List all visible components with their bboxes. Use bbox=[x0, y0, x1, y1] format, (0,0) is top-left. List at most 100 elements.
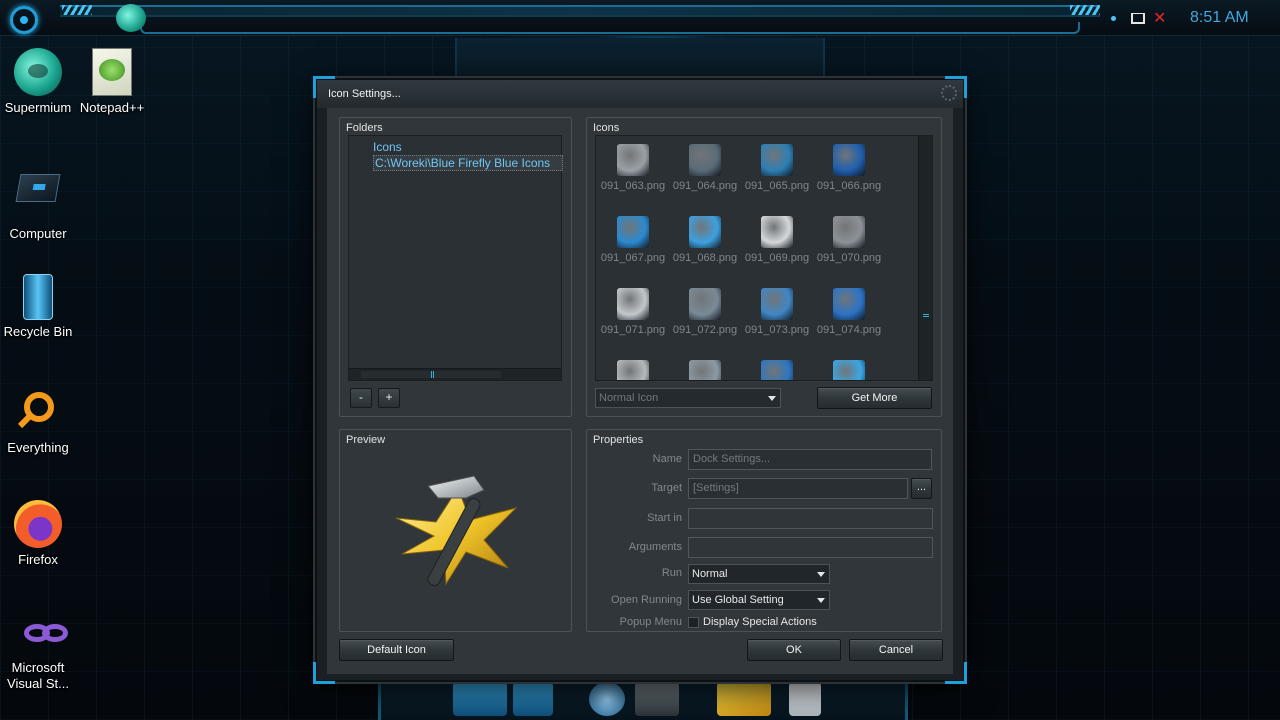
icon-thumbnail bbox=[689, 144, 721, 176]
icon-thumbnail bbox=[761, 360, 793, 380]
chevron-down-icon bbox=[768, 396, 776, 401]
dock bbox=[378, 676, 908, 720]
icon-grid-item[interactable]: 091_064.png bbox=[670, 136, 740, 202]
start-in-field[interactable] bbox=[688, 508, 933, 529]
everything-search-icon bbox=[14, 388, 62, 436]
icon-filename: 091_065.png bbox=[744, 180, 810, 192]
properties-group-label: Properties bbox=[593, 434, 644, 446]
default-icon-button[interactable]: Default Icon bbox=[339, 639, 454, 661]
folders-tree[interactable]: Icons C:\Woreki\Blue Firefly Blue Icons bbox=[348, 135, 563, 381]
taskbar-stripes-left bbox=[62, 5, 92, 15]
icon-grid-item[interactable]: 091_070.png bbox=[814, 208, 884, 274]
dock-settings-tool-icon[interactable] bbox=[717, 682, 771, 716]
visual-studio-icon bbox=[14, 614, 68, 656]
icons-group-label: Icons bbox=[593, 122, 620, 134]
open-running-label: Open Running bbox=[611, 594, 682, 606]
icons-grid[interactable]: 091_074.png 091_073.png 091_072.png 091_071… bbox=[595, 135, 933, 381]
dock-laptop-icon[interactable] bbox=[513, 682, 553, 716]
run-label: Run bbox=[661, 567, 682, 579]
folders-horizontal-scrollbar[interactable] bbox=[349, 368, 561, 380]
icons-vertical-scrollbar[interactable] bbox=[918, 136, 932, 380]
desktop-icon-label: Supermium bbox=[4, 100, 72, 115]
desktop-icon-supermium[interactable]: Supermium bbox=[0, 48, 76, 116]
dock-monitor-icon[interactable] bbox=[453, 682, 507, 716]
chevron-down-icon bbox=[817, 598, 825, 603]
arguments-label: Arguments bbox=[628, 541, 682, 553]
desktop-icon-firefox[interactable]: Firefox bbox=[0, 500, 76, 568]
icon-grid-item[interactable]: 091_073.png bbox=[742, 280, 812, 346]
dock-gamepad-icon[interactable] bbox=[635, 682, 679, 716]
display-special-actions-checkbox[interactable] bbox=[688, 617, 699, 628]
display-special-actions-label[interactable]: Display Special Actions bbox=[703, 616, 817, 628]
get-more-button[interactable]: Get More bbox=[817, 387, 932, 409]
run-value: Normal bbox=[692, 568, 728, 580]
icon-thumbnail bbox=[617, 288, 649, 320]
arguments-field[interactable] bbox=[688, 537, 933, 558]
target-field[interactable]: [Settings] bbox=[688, 478, 908, 499]
icon-grid-item[interactable]: 091_069.png bbox=[742, 208, 812, 274]
icon-thumbnail bbox=[833, 288, 865, 320]
desktop-icon-notepad-plus-plus[interactable]: Notepad++ bbox=[74, 48, 150, 116]
network-icon[interactable] bbox=[1131, 13, 1145, 24]
icon-filename: 091_067.png bbox=[600, 252, 666, 264]
icon-grid-item[interactable] bbox=[598, 352, 668, 380]
icons-group: Icons 091_074.png 091_073.png 091_072.png 0… bbox=[586, 117, 942, 417]
icon-grid-item[interactable]: 091_072.png bbox=[670, 280, 740, 346]
dialog-titlebar[interactable]: Icon Settings... bbox=[317, 80, 963, 108]
preview-group: Preview bbox=[339, 429, 572, 632]
dock-recycle-bin-icon[interactable] bbox=[789, 682, 821, 716]
desktop-icon-computer[interactable]: Computer bbox=[0, 160, 76, 242]
remove-folder-button[interactable]: - bbox=[350, 388, 372, 408]
tree-item-folder-path[interactable]: C:\Woreki\Blue Firefly Blue Icons bbox=[373, 155, 563, 171]
icon-grid-item[interactable]: 091_067.png bbox=[598, 208, 668, 274]
desktop-icon-label: Computer bbox=[9, 226, 67, 241]
clock[interactable]: 8:51 AM bbox=[1190, 9, 1249, 27]
preview-group-label: Preview bbox=[346, 434, 386, 446]
icon-grid-item[interactable]: 091_074.png bbox=[814, 280, 884, 346]
volume-muted-icon[interactable]: ✕ bbox=[1153, 8, 1166, 27]
icon-filename: 091_064.png bbox=[672, 180, 738, 192]
desktop-icon-label: Everything bbox=[7, 440, 69, 455]
tray-indicator-icon bbox=[1111, 16, 1116, 21]
desktop-icon-everything[interactable]: Everything bbox=[0, 388, 76, 456]
add-folder-button[interactable]: + bbox=[378, 388, 400, 408]
folders-group: Folders Icons C:\Woreki\Blue Firefly Blu… bbox=[339, 117, 572, 417]
cancel-button[interactable]: Cancel bbox=[849, 639, 943, 661]
icon-grid-item[interactable] bbox=[814, 352, 884, 380]
desktop-icon-label: Firefox bbox=[18, 552, 58, 567]
icon-thumbnail bbox=[689, 216, 721, 248]
icon-grid-item[interactable]: 091_068.png bbox=[670, 208, 740, 274]
icon-grid-item[interactable]: 091_063.png bbox=[598, 136, 668, 202]
dock-globe-icon[interactable] bbox=[589, 682, 625, 716]
notepad-plus-plus-icon bbox=[92, 48, 132, 96]
icon-grid-item[interactable]: 091_066.png bbox=[814, 136, 884, 202]
taskbar-rail bbox=[60, 5, 1100, 17]
icon-filename: 091_071.png bbox=[600, 324, 666, 336]
icon-grid-item[interactable]: 091_065.png bbox=[742, 136, 812, 202]
icon-grid-item[interactable] bbox=[670, 352, 740, 380]
hammer-and-star-tool-icon bbox=[395, 475, 518, 586]
browse-target-button[interactable]: ... bbox=[911, 478, 932, 499]
icon-filename: 091_074.png bbox=[816, 324, 882, 336]
icon-grid-item[interactable] bbox=[742, 352, 812, 380]
tree-item-icons[interactable]: Icons bbox=[373, 140, 402, 154]
firefox-icon bbox=[14, 500, 62, 548]
ok-button[interactable]: OK bbox=[747, 639, 841, 661]
icon-state-select[interactable]: Normal Icon bbox=[595, 388, 781, 408]
supermium-taskbar-icon[interactable] bbox=[116, 4, 146, 32]
dialog-body: Folders Icons C:\Woreki\Blue Firefly Blu… bbox=[327, 108, 953, 674]
name-field[interactable]: Dock Settings... bbox=[688, 449, 932, 470]
dialog-close-icon[interactable] bbox=[941, 85, 957, 101]
desktop-icon-visual-studio[interactable]: Microsoft Visual St... bbox=[0, 614, 76, 692]
top-taskbar: ✕ 8:51 AM bbox=[0, 0, 1280, 36]
start-orb-icon[interactable] bbox=[10, 6, 38, 34]
scrollbar-grip-icon bbox=[923, 314, 929, 317]
icon-thumbnail bbox=[833, 360, 865, 380]
icon-grid-item[interactable]: 091_071.png bbox=[598, 280, 668, 346]
desktop-icon-recycle-bin[interactable]: Recycle Bin bbox=[0, 274, 76, 340]
icon-filename: 091_072.png bbox=[672, 324, 738, 336]
folders-group-label: Folders bbox=[346, 122, 383, 134]
desktop-icon-label: Visual St... bbox=[7, 676, 69, 691]
run-select[interactable]: Normal bbox=[688, 564, 830, 584]
open-running-select[interactable]: Use Global Setting bbox=[688, 590, 830, 610]
